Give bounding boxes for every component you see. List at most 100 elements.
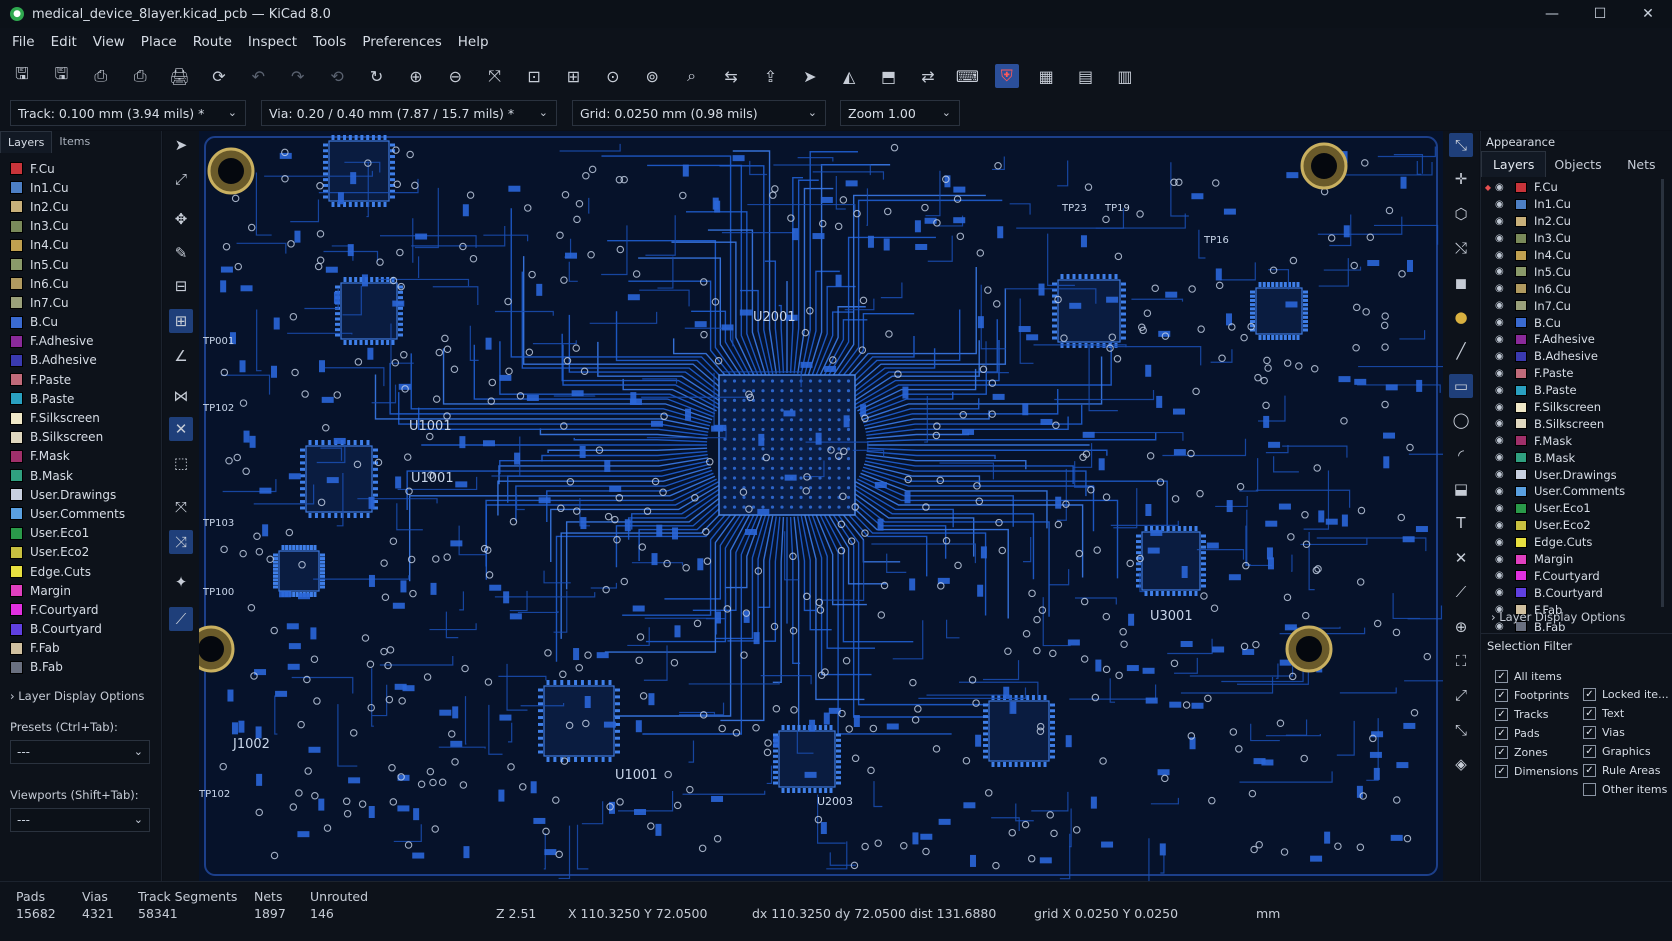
filter-checkbox[interactable]: ✓ Locked ite...: [1583, 688, 1669, 701]
menu-place[interactable]: Place: [133, 34, 185, 50]
visibility-eye-icon[interactable]: ◉: [1495, 503, 1511, 514]
image-icon[interactable]: ⬓: [1449, 477, 1473, 501]
layer-color-swatch[interactable]: [1515, 300, 1527, 312]
flip-icon[interactable]: ⇆: [719, 64, 743, 88]
layer-display-options-toggle[interactable]: › Layer Display Options: [10, 689, 144, 703]
layer-row[interactable]: F.Mask: [0, 447, 160, 466]
checkbox-checked-icon[interactable]: ✓: [1583, 707, 1596, 720]
select-icon[interactable]: ⤡: [1449, 133, 1473, 157]
layer-color-swatch[interactable]: [1515, 198, 1527, 210]
redo-icon[interactable]: ↷: [286, 64, 310, 88]
layer-row[interactable]: F.Silkscreen: [0, 408, 160, 427]
tab-appearance-objects[interactable]: Objects: [1546, 151, 1609, 177]
visibility-eye-icon[interactable]: ◉: [1495, 452, 1511, 463]
mirror-icon[interactable]: ◭: [837, 64, 861, 88]
menu-preferences[interactable]: Preferences: [354, 34, 449, 50]
measure-icon[interactable]: ⟋: [1449, 580, 1473, 604]
zoom-tool-icon[interactable]: ⌕: [680, 64, 704, 88]
menu-route[interactable]: Route: [185, 34, 240, 50]
ruler-icon[interactable]: ⟋: [169, 607, 193, 631]
upload-icon[interactable]: ⇪: [758, 64, 782, 88]
angle-icon[interactable]: ∠: [169, 344, 193, 368]
zoom-objects-icon[interactable]: ⊡: [522, 64, 546, 88]
measure-icon[interactable]: ⊟: [169, 274, 193, 298]
arc-icon[interactable]: ◜: [1449, 443, 1473, 467]
layer-row[interactable]: B.Adhesive: [0, 351, 160, 370]
layer-color-swatch[interactable]: [10, 411, 23, 425]
appearance-layer-row[interactable]: ◉ User.Comments: [1481, 483, 1661, 500]
appearance-layer-row[interactable]: ◉ F.Paste: [1481, 365, 1661, 382]
appearance-layer-row[interactable]: ◉ In6.Cu: [1481, 280, 1661, 297]
checkbox-checked-icon[interactable]: ✓: [1495, 708, 1508, 721]
pin-icon[interactable]: ✦: [169, 570, 193, 594]
update-pcb-icon[interactable]: ⇄: [916, 64, 940, 88]
layer-color-swatch[interactable]: [1515, 570, 1527, 582]
layer-color-swatch[interactable]: [10, 334, 23, 348]
text-icon[interactable]: T: [1449, 511, 1473, 535]
filter-checkbox[interactable]: ✓ Graphics: [1583, 745, 1651, 758]
zoom-selection-icon[interactable]: ⊚: [640, 64, 664, 88]
viewports-select[interactable]: --- ⌄: [10, 808, 150, 832]
visibility-eye-icon[interactable]: ◉: [1495, 199, 1511, 210]
diff-pair-icon[interactable]: ⋈: [169, 384, 193, 408]
move-icon[interactable]: ✥: [169, 207, 193, 231]
circle-icon[interactable]: ◯: [1449, 408, 1473, 432]
layer-row[interactable]: F.Adhesive: [0, 332, 160, 351]
layer-color-swatch[interactable]: [1515, 485, 1527, 497]
filter-checkbox[interactable]: Other items: [1583, 783, 1667, 796]
grid-icon[interactable]: ✛: [1449, 167, 1473, 191]
layer-color-swatch[interactable]: [10, 181, 23, 195]
layer-row[interactable]: User.Drawings: [0, 485, 160, 504]
appearance-layer-row[interactable]: ◉ User.Drawings: [1481, 466, 1661, 483]
layer-color-swatch[interactable]: [10, 449, 23, 463]
interactive-router-icon[interactable]: ✕: [169, 417, 193, 441]
menu-inspect[interactable]: Inspect: [240, 34, 305, 50]
appearance-layer-row[interactable]: ◉ User.Eco2: [1481, 517, 1661, 534]
maximize-button[interactable]: ☐: [1576, 0, 1624, 28]
checkbox-checked-icon[interactable]: ✓: [1495, 689, 1508, 702]
filter-checkbox[interactable]: ✓ Vias: [1583, 726, 1625, 739]
undo-icon[interactable]: ↶: [246, 64, 270, 88]
visibility-eye-icon[interactable]: ◉: [1495, 537, 1511, 548]
visibility-eye-icon[interactable]: ◉: [1495, 435, 1511, 446]
filter-checkbox[interactable]: ✓ Text: [1583, 707, 1624, 720]
plot-icon[interactable]: 🖨: [168, 64, 192, 88]
close-button[interactable]: ✕: [1624, 0, 1672, 28]
checkbox-empty-icon[interactable]: [1583, 783, 1596, 796]
layer-row[interactable]: In5.Cu: [0, 255, 160, 274]
visibility-eye-icon[interactable]: ◉: [1495, 351, 1511, 362]
dimension-icon[interactable]: ⊞: [169, 309, 193, 333]
checkbox-checked-icon[interactable]: ✓: [1495, 765, 1508, 778]
checkbox-checked-icon[interactable]: ✓: [1583, 688, 1596, 701]
layer-color-swatch[interactable]: [10, 392, 23, 406]
appearance-layer-row[interactable]: ◉ B.Silkscreen: [1481, 415, 1661, 432]
3d-viewer-icon[interactable]: ▥: [1113, 64, 1137, 88]
via-size-select[interactable]: Via: 0.20 / 0.40 mm (7.87 / 15.7 mils) *…: [261, 100, 557, 126]
filter-checkbox[interactable]: ✓ Footprints: [1495, 689, 1569, 702]
appearance-layer-row[interactable]: ◉ B.Cu: [1481, 314, 1661, 331]
appearance-layer-row[interactable]: ◉ In4.Cu: [1481, 247, 1661, 264]
menu-view[interactable]: View: [85, 34, 133, 50]
layer-row[interactable]: Edge.Cuts: [0, 562, 160, 581]
layer-color-swatch[interactable]: [10, 296, 23, 310]
layer-color-swatch[interactable]: [1515, 452, 1527, 464]
appearance-layer-row[interactable]: ◆ ◉ F.Cu: [1481, 179, 1661, 196]
checkbox-checked-icon[interactable]: ✓: [1495, 746, 1508, 759]
layer-row[interactable]: In2.Cu: [0, 197, 160, 216]
line-icon[interactable]: ╱: [1449, 339, 1473, 363]
visibility-eye-icon[interactable]: ◉: [1495, 334, 1511, 345]
tab-items[interactable]: Items: [52, 131, 97, 153]
visibility-eye-icon[interactable]: ◉: [1495, 368, 1511, 379]
layer-color-swatch[interactable]: [1515, 401, 1527, 413]
zoom-center-icon[interactable]: ⊙: [601, 64, 625, 88]
appearance-layer-row[interactable]: ◉ B.Courtyard: [1481, 584, 1661, 601]
layer-color-swatch[interactable]: [10, 315, 23, 329]
via-icon[interactable]: ●: [1449, 305, 1473, 329]
print-icon[interactable]: ⎙: [128, 64, 152, 88]
appearance-scrollbar[interactable]: [1661, 179, 1664, 607]
layer-color-swatch[interactable]: [1515, 536, 1527, 548]
layer-color-swatch[interactable]: [10, 353, 23, 367]
zoom-out-icon[interactable]: ⊖: [443, 64, 467, 88]
layer-row[interactable]: In6.Cu: [0, 274, 160, 293]
layer-row[interactable]: B.Silkscreen: [0, 428, 160, 447]
